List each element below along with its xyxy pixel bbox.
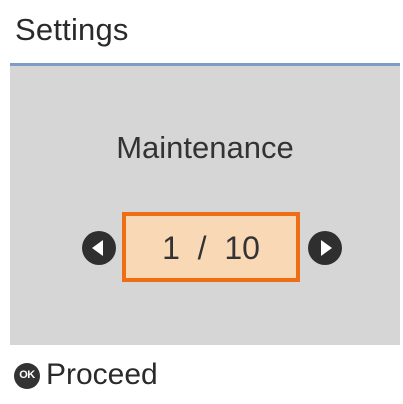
page-indicator-box[interactable]: 1 / 10 — [122, 212, 300, 282]
page-indicator-text: 1 / 10 — [162, 230, 260, 266]
header-bar: Settings — [10, 0, 400, 66]
proceed-label: Proceed — [46, 358, 158, 391]
ok-button-icon[interactable]: OK — [14, 363, 40, 389]
arrow-right-icon — [321, 240, 332, 256]
menu-title: Maintenance — [116, 130, 294, 165]
footer-bar: OK Proceed — [10, 345, 400, 404]
printer-lcd-screen: Settings Maintenance 1 / 10 OK Proceed — [10, 0, 400, 404]
arrow-left-icon — [92, 240, 103, 256]
page-title: Settings — [15, 12, 129, 47]
previous-page-button[interactable] — [82, 231, 116, 265]
page-selector: 1 / 10 — [10, 212, 400, 282]
main-panel: Maintenance 1 / 10 — [10, 66, 400, 345]
next-page-button[interactable] — [308, 231, 342, 265]
ok-icon-label: OK — [19, 369, 35, 381]
